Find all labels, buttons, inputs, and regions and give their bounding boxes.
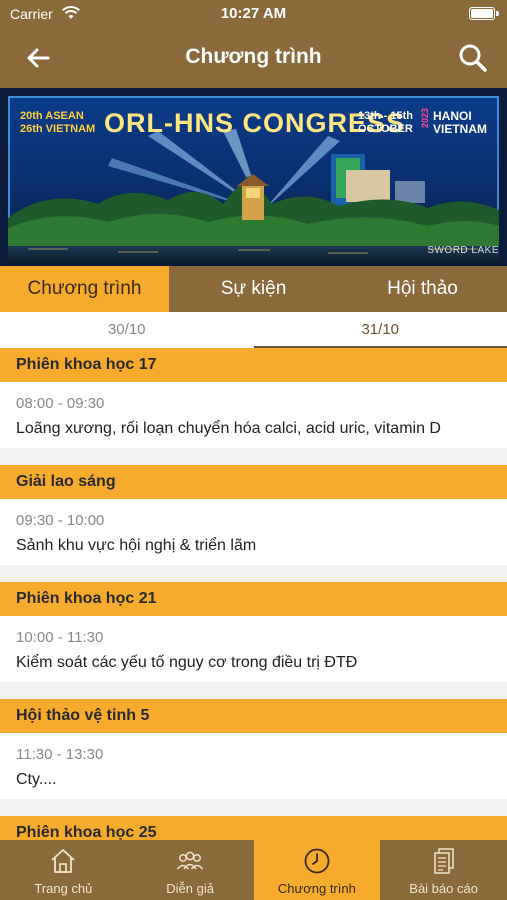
- session-body: 08:00 - 09:30 Loãng xương, rối loạn chuy…: [0, 382, 507, 448]
- date-tab-31-10[interactable]: 31/10: [253, 312, 507, 348]
- congress-banner: 20th ASEAN 26th VIETNAM ORL-HNS CONGRESS…: [0, 88, 507, 266]
- session-title: Phiên khoa học 21: [0, 582, 507, 616]
- session-body: 10:00 - 11:30 Kiểm soát các yếu tố nguy …: [0, 616, 507, 682]
- session-gap: [0, 682, 507, 699]
- session-title: Phiên khoa học 25: [0, 816, 507, 840]
- session-item[interactable]: Giải lao sáng 09:30 - 10:00 Sảnh khu vực…: [0, 465, 507, 565]
- session-gap: [0, 799, 507, 816]
- date-tab-30-10[interactable]: 30/10: [0, 312, 254, 348]
- documents-icon: [433, 848, 454, 874]
- session-time: 09:30 - 10:00: [16, 512, 105, 529]
- tab-events[interactable]: Sự kiện: [169, 266, 338, 312]
- banner-dates-line2: OCTOBER: [358, 123, 413, 135]
- banner-city: HANOI VIETNAM: [433, 110, 487, 136]
- clock-icon: [304, 848, 330, 874]
- session-gap: [0, 565, 507, 582]
- section-tabs: Chương trình Sự kiện Hội thảo: [0, 266, 507, 312]
- tabbar-speakers-label: Diễn giả: [166, 881, 214, 896]
- banner-city-line2: VIETNAM: [433, 122, 487, 136]
- tabbar-program-label: Chương trình: [277, 881, 356, 896]
- banner-edition: 20th ASEAN 26th VIETNAM: [20, 110, 95, 136]
- status-bar: Carrier 10:27 AM: [0, 0, 507, 28]
- nav-bar: Chương trình: [0, 28, 507, 88]
- banner-year: 2023: [420, 108, 430, 129]
- tabbar-reports[interactable]: Bài báo cáo: [380, 840, 507, 900]
- tabbar-home-label: Trang chủ: [34, 881, 93, 896]
- bottom-tab-bar: Trang chủ Diễn giả Chương trình Bài báo …: [0, 840, 507, 900]
- session-description: Sảnh khu vực hội nghị & triển lãm: [16, 537, 257, 554]
- session-title: Hội thảo vệ tinh 5: [0, 699, 507, 733]
- tabbar-reports-label: Bài báo cáo: [409, 881, 478, 896]
- session-gap: [0, 448, 507, 465]
- session-body: 11:30 - 13:30 Cty....: [0, 733, 507, 799]
- banner-edition-line1: 20th ASEAN: [20, 110, 84, 122]
- session-body: 09:30 - 10:00 Sảnh khu vực hội nghị & tr…: [0, 499, 507, 565]
- search-icon[interactable]: [455, 40, 491, 76]
- banner-dates: 13th - 15th OCTOBER: [358, 110, 413, 136]
- tab-program[interactable]: Chương trình: [0, 266, 169, 312]
- banner-dates-line1: 13th - 15th: [358, 110, 414, 122]
- session-time: 08:00 - 09:30: [16, 395, 105, 412]
- clock-time: 10:27 AM: [220, 5, 287, 22]
- session-item[interactable]: Phiên khoa học 17 08:00 - 09:30 Loãng xư…: [0, 348, 507, 448]
- session-time: 10:00 - 11:30: [16, 629, 104, 646]
- banner-lake-label: SWORD LAKE: [427, 245, 499, 256]
- tab-workshops[interactable]: Hội thảo: [338, 266, 507, 312]
- banner-edition-line2: 26th VIETNAM: [20, 123, 96, 135]
- session-list[interactable]: Phiên khoa học 17 08:00 - 09:30 Loãng xư…: [0, 348, 507, 840]
- tabbar-home[interactable]: Trang chủ: [0, 840, 127, 900]
- session-item[interactable]: Phiên khoa học 25: [0, 816, 507, 840]
- battery-tip: [496, 11, 499, 16]
- date-selector: 30/10 31/10: [0, 312, 507, 348]
- session-item[interactable]: Phiên khoa học 21 10:00 - 11:30 Kiểm soá…: [0, 582, 507, 682]
- session-item[interactable]: Hội thảo vệ tinh 5 11:30 - 13:30 Cty....: [0, 699, 507, 799]
- session-time: 11:30 - 13:30: [16, 746, 104, 763]
- session-description: Loãng xương, rối loạn chuyển hóa calci, …: [16, 420, 441, 437]
- tabbar-speakers[interactable]: Diễn giả: [127, 840, 254, 900]
- home-icon: [51, 849, 75, 873]
- session-description: Kiểm soát các yếu tố nguy cơ trong điều …: [16, 654, 358, 671]
- session-title: Giải lao sáng: [0, 465, 507, 499]
- page-title: Chương trình: [185, 45, 322, 68]
- speakers-icon: [177, 851, 204, 870]
- tabbar-program[interactable]: Chương trình: [253, 840, 381, 900]
- session-title: Phiên khoa học 17: [0, 348, 507, 382]
- session-description: Cty....: [16, 771, 57, 788]
- battery-icon: [469, 7, 495, 20]
